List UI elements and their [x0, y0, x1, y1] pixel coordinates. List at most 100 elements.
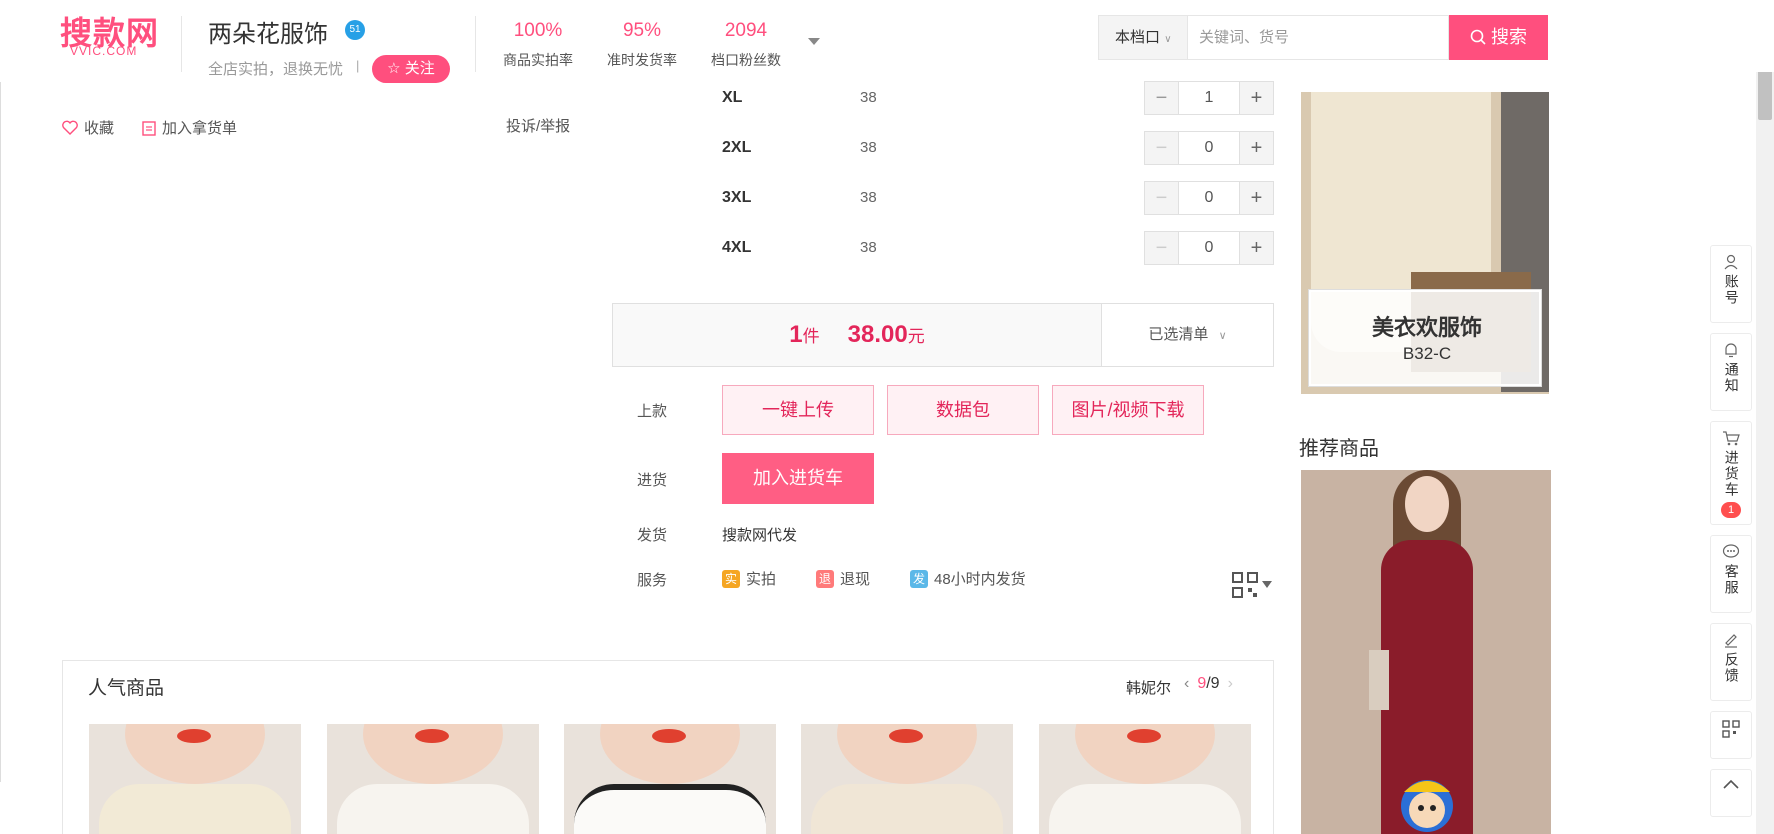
clipboard-icon	[142, 120, 156, 136]
size-stock: 38	[860, 189, 877, 206]
chevron-down-icon[interactable]	[1262, 581, 1272, 588]
chat-icon	[1722, 544, 1740, 558]
bell-icon	[1725, 343, 1737, 358]
search-button[interactable]: 搜索	[1449, 15, 1548, 60]
top-header: 搜款网 VVIC.COM 两朵花服饰 51 全店实拍，退换无忧 | ☆ 关注 1…	[0, 0, 1774, 83]
popular-product-image[interactable]	[89, 724, 301, 834]
back-to-top-button[interactable]	[1710, 769, 1752, 817]
plus-button[interactable]: +	[1240, 232, 1273, 264]
total-count: 1	[789, 321, 803, 348]
plus-button[interactable]: +	[1240, 182, 1273, 214]
summary-totals: 1件 38.00元	[613, 304, 1101, 366]
search-icon	[1470, 29, 1486, 45]
popular-product-image[interactable]	[1039, 724, 1251, 834]
stat-photo-rate-label: 商品实拍率	[503, 52, 573, 68]
popular-product-image[interactable]	[564, 724, 776, 834]
quantity-stepper: − 0 +	[1144, 181, 1274, 215]
service-item: 退 退现	[816, 568, 870, 589]
total-price-unit: 元	[907, 327, 925, 346]
shop-card[interactable]: 美衣欢服饰 B32-C	[1301, 92, 1549, 394]
account-label: 账号	[1723, 274, 1740, 306]
quantity-stepper: − 0 +	[1144, 131, 1274, 165]
mascot-icon[interactable]	[1392, 770, 1462, 834]
cart-sidebar-button[interactable]: 进货车 1	[1710, 421, 1752, 525]
shipping-row-label: 发货	[637, 527, 668, 544]
feedback-button[interactable]: 反馈	[1710, 623, 1752, 701]
popular-title: 人气商品	[88, 678, 165, 699]
shop-card-name: 美衣欢服饰	[1371, 315, 1482, 340]
total-price: 38.00	[847, 321, 908, 348]
shop-card-label: 美衣欢服饰 B32-C	[1308, 289, 1542, 387]
total-count-unit: 件	[802, 327, 820, 346]
star-icon: ☆	[387, 60, 405, 77]
favorite-button[interactable]: 收藏	[62, 117, 114, 138]
report-link[interactable]: 投诉/举报	[506, 115, 570, 136]
scrollbar[interactable]	[1756, 62, 1774, 834]
site-logo-sub: VVIC.COM	[70, 44, 138, 58]
stats-dropdown-icon[interactable]	[808, 38, 820, 45]
chevron-up-icon	[1723, 779, 1739, 789]
minus-button[interactable]: −	[1145, 232, 1178, 264]
recommend-title: 推荐商品	[1299, 438, 1379, 460]
selected-list-label: 已选清单	[1148, 326, 1209, 343]
popular-product-image[interactable]	[801, 724, 1013, 834]
account-button[interactable]: 账号	[1710, 245, 1752, 323]
minus-button[interactable]: −	[1145, 82, 1178, 114]
notify-button[interactable]: 通知	[1710, 333, 1752, 411]
qr-code-icon	[1722, 720, 1740, 738]
cart-icon	[1723, 431, 1740, 446]
size-stock: 38	[860, 139, 877, 156]
quantity-field[interactable]: 0	[1178, 182, 1240, 214]
follow-label: 关注	[404, 60, 435, 77]
qr-code-icon[interactable]	[1232, 572, 1258, 598]
data-package-button[interactable]: 数据包	[887, 385, 1039, 435]
qr-code-button[interactable]	[1710, 711, 1752, 759]
search-scope-select[interactable]: 本档口 ∨	[1098, 15, 1188, 60]
chevron-right-icon[interactable]: ›	[1228, 675, 1233, 693]
shop-card-code: B32-C	[1402, 344, 1452, 363]
follow-button[interactable]: ☆ 关注	[372, 55, 450, 83]
photo-service-icon: 实	[722, 569, 740, 588]
size-stock: 38	[860, 239, 877, 256]
size-stock: 38	[860, 89, 877, 106]
chevron-down-icon: ∨	[1164, 34, 1172, 45]
plus-button[interactable]: +	[1240, 82, 1273, 114]
shop-name[interactable]: 两朵花服饰	[208, 14, 328, 49]
service-label: 客服	[1723, 564, 1740, 596]
quantity-field[interactable]: 0	[1178, 232, 1240, 264]
selected-list-toggle[interactable]: 已选清单 ∨	[1101, 304, 1273, 366]
page-edge	[0, 82, 1, 782]
one-click-upload-button[interactable]: 一键上传	[722, 385, 874, 435]
quantity-field[interactable]: 1	[1178, 82, 1240, 114]
divider	[475, 16, 476, 72]
stat-fans-value: 2094	[724, 20, 768, 41]
minus-button[interactable]: −	[1145, 132, 1178, 164]
stat-ship-rate-value: 95%	[622, 20, 662, 41]
shop-level-badge: 51	[345, 20, 365, 40]
minus-button[interactable]: −	[1145, 182, 1178, 214]
media-download-button[interactable]: 图片/视频下载	[1052, 385, 1204, 435]
divider	[181, 16, 182, 72]
popular-shop-name[interactable]: 韩妮尔	[1126, 677, 1171, 698]
cart-count-badge: 1	[1721, 502, 1741, 518]
stat-ship-rate-label: 准时发货率	[607, 52, 677, 68]
chevron-left-icon[interactable]: ‹	[1184, 675, 1189, 693]
pencil-icon	[1725, 634, 1737, 648]
order-summary: 1件 38.00元 已选清单 ∨	[612, 303, 1274, 367]
quantity-field[interactable]: 0	[1178, 132, 1240, 164]
cart-label: 进货车	[1723, 450, 1740, 498]
shop-slogan: 全店实拍，退换无忧	[208, 61, 344, 78]
quantity-stepper: − 0 +	[1144, 231, 1274, 265]
add-to-cart-button[interactable]: 加入进货车	[722, 453, 874, 504]
slogan-separator: |	[356, 58, 360, 73]
add-to-list-button[interactable]: 加入拿货单	[142, 117, 237, 138]
chevron-down-icon: ∨	[1218, 330, 1227, 342]
favorite-label: 收藏	[84, 120, 115, 137]
popular-product-image[interactable]	[327, 724, 539, 834]
service-label: 实拍	[746, 571, 777, 588]
customer-service-button[interactable]: 客服	[1710, 535, 1752, 613]
search-input[interactable]: 关键词、货号	[1187, 15, 1449, 60]
stat-photo-rate-value: 100%	[513, 20, 563, 41]
quantity-stepper: − 1 +	[1144, 81, 1274, 115]
plus-button[interactable]: +	[1240, 132, 1273, 164]
